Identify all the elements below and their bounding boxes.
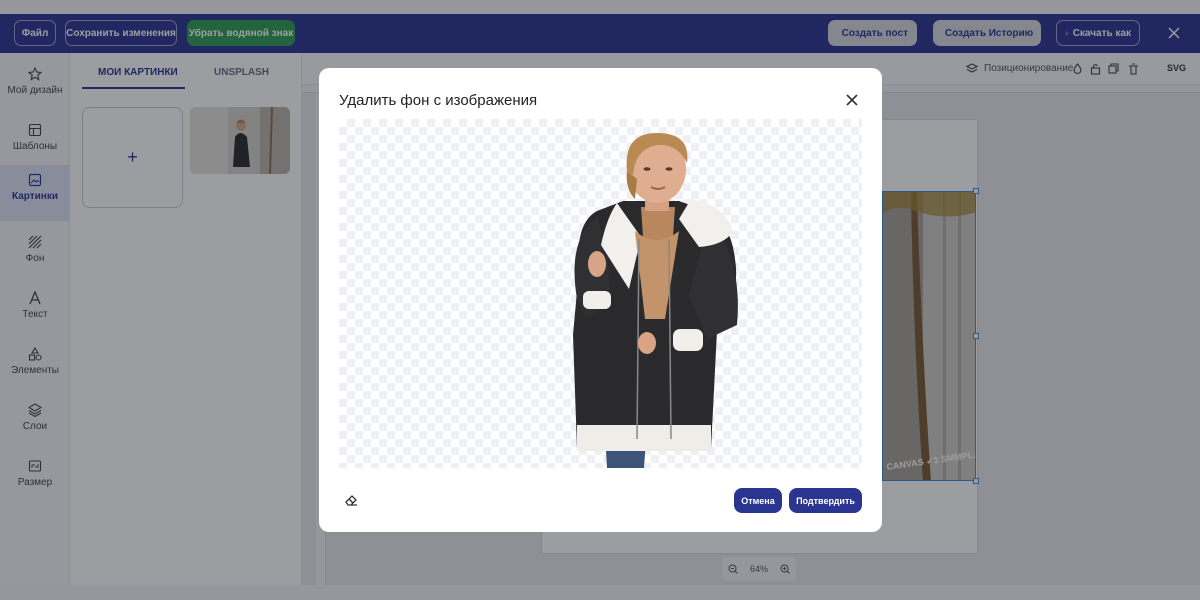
person-cutout-image <box>573 133 738 468</box>
remove-background-dialog: Удалить фон с изображения Отмена Подтвер… <box>319 68 882 532</box>
dialog-title: Удалить фон с изображения <box>339 92 538 109</box>
background-removed-preview <box>339 119 862 468</box>
eraser-icon[interactable] <box>343 492 359 508</box>
confirm-button[interactable]: Подтвердить <box>789 488 862 513</box>
close-icon[interactable] <box>844 92 860 108</box>
cancel-button[interactable]: Отмена <box>734 488 782 513</box>
